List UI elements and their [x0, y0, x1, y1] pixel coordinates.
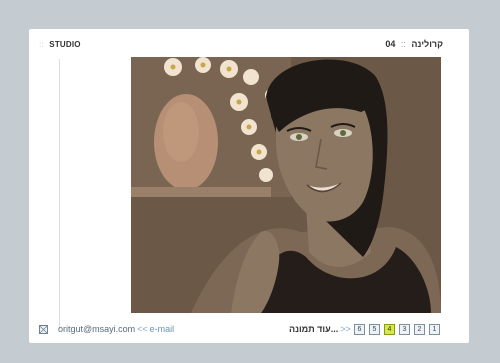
more-photos-link[interactable]: עוד תמונה... >>: [289, 324, 351, 334]
page-button-3[interactable]: 3: [399, 324, 410, 335]
footer-bar: oritgut@msayi.com << e-mail עוד תמונה... >>…: [29, 323, 469, 339]
more-photos-label[interactable]: עוד תמונה...: [289, 324, 338, 334]
email-arrows: <<: [137, 324, 148, 334]
page-button-2[interactable]: 2: [414, 324, 425, 335]
more-arrows: >>: [340, 324, 351, 334]
title-text: קרולינה: [411, 39, 443, 49]
brand-name: STUDIO: [49, 40, 81, 49]
email-address[interactable]: oritgut@msayi.com: [58, 324, 135, 334]
page-button-6[interactable]: 6: [354, 324, 365, 335]
page-button-4[interactable]: 4: [384, 324, 395, 335]
brand-separator: ::: [39, 40, 44, 49]
title-separator: ::: [400, 39, 406, 49]
brand-header: :: STUDIO: [39, 40, 81, 49]
page-selector: 6 5 4 3 2 1: [354, 324, 440, 335]
divider-line: [59, 59, 60, 329]
portrait-illustration: [131, 57, 441, 313]
page-title: קרולינה :: 04: [385, 39, 443, 49]
title-number: 04: [385, 39, 396, 49]
page-button-1[interactable]: 1: [429, 324, 440, 335]
page-button-5[interactable]: 5: [369, 324, 380, 335]
email-contact[interactable]: oritgut@msayi.com << e-mail: [58, 324, 174, 334]
envelope-icon[interactable]: [39, 325, 48, 334]
email-link[interactable]: e-mail: [150, 324, 175, 334]
gallery-card: :: STUDIO קרולינה :: 04 oritgut@msayi.co…: [29, 29, 469, 343]
artwork-image: [131, 57, 441, 313]
